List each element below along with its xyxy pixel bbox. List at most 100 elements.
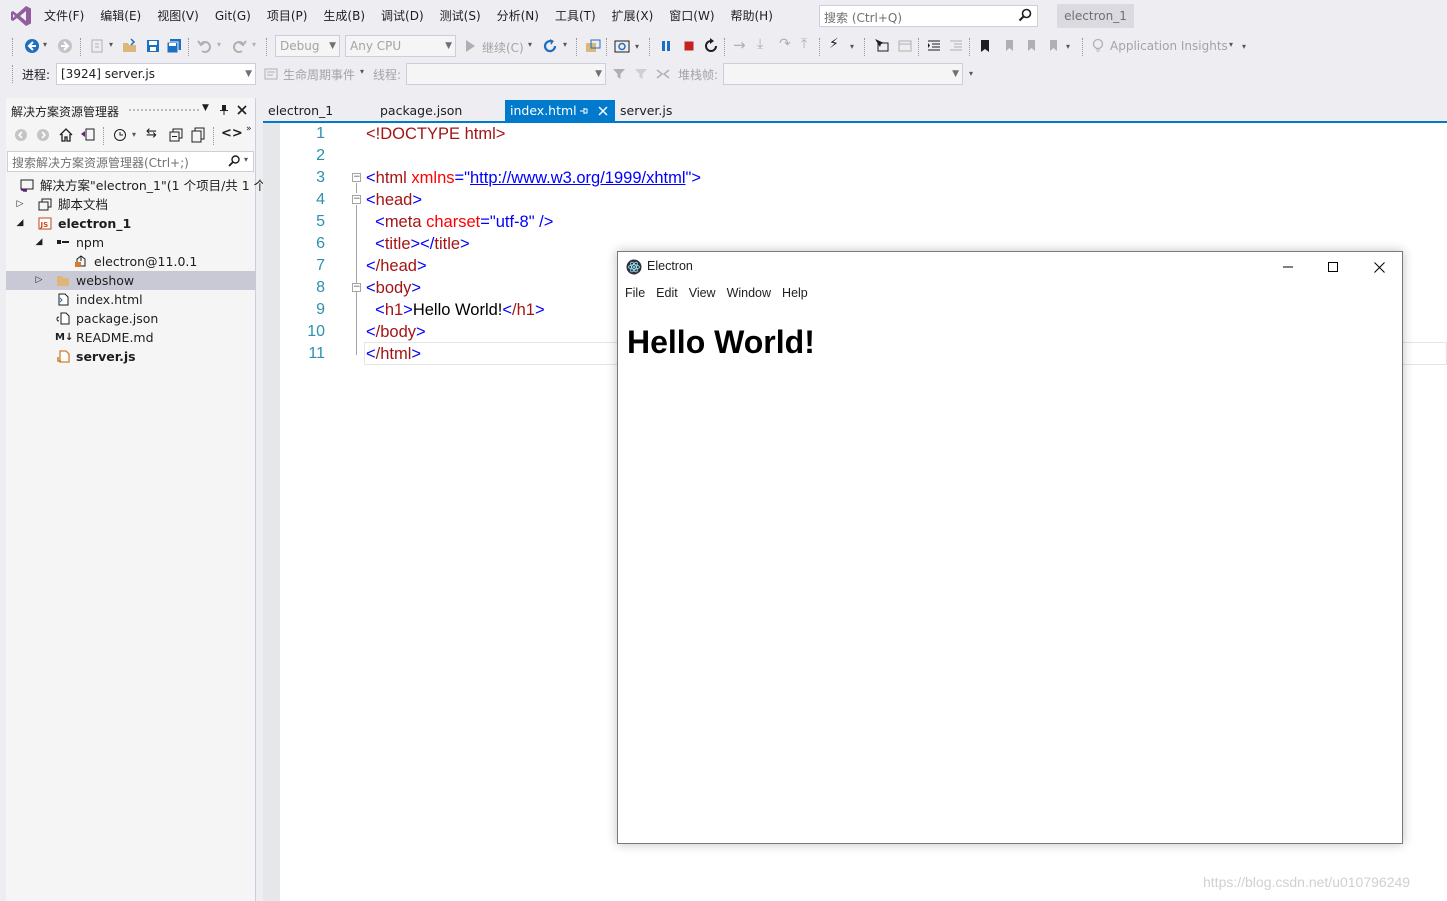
outdent-icon[interactable] bbox=[949, 39, 963, 53]
open-file-icon[interactable] bbox=[122, 38, 138, 54]
toolbar-grip[interactable] bbox=[12, 65, 15, 83]
show-all-files-icon[interactable] bbox=[190, 127, 206, 143]
continue-play-icon[interactable] bbox=[464, 39, 476, 53]
stop-icon[interactable] bbox=[683, 40, 695, 52]
next-bookmark-icon[interactable] bbox=[1023, 39, 1037, 53]
process-select[interactable]: [3924] server.js ▼ bbox=[56, 63, 256, 85]
home-icon[interactable] bbox=[58, 127, 74, 143]
app-insights-dropdown-icon[interactable]: ▾ bbox=[1229, 40, 1233, 49]
filter-icon[interactable] bbox=[612, 67, 626, 81]
switch-views-icon[interactable] bbox=[80, 127, 96, 143]
menu-file[interactable]: 文件(F) bbox=[36, 0, 92, 32]
electron-menu-window[interactable]: Window bbox=[721, 286, 776, 300]
editor-indicator-margin[interactable] bbox=[263, 123, 280, 901]
step-into-icon[interactable]: ⤓ bbox=[757, 36, 763, 52]
toolbar-grip[interactable] bbox=[12, 38, 15, 56]
expand-arrow-icon[interactable]: ▷ bbox=[34, 271, 44, 290]
lifecycle-dropdown-icon[interactable]: ▾ bbox=[360, 67, 364, 76]
stack-frame-select[interactable]: ▼ bbox=[723, 63, 963, 85]
toolbar-overflow-icon[interactable]: ▾ bbox=[1066, 42, 1070, 51]
toolbar-overflow-icon[interactable]: ▾ bbox=[1242, 42, 1246, 51]
lifecycle-events-label[interactable]: 生命周期事件 bbox=[283, 66, 355, 83]
forward-icon[interactable] bbox=[36, 128, 50, 142]
pin-icon[interactable] bbox=[219, 104, 229, 116]
screenshot-icon[interactable] bbox=[614, 38, 630, 54]
sync-with-active-document-icon[interactable]: ⇆ bbox=[146, 126, 157, 141]
indent-icon[interactable] bbox=[927, 39, 941, 53]
tree-item-file[interactable]: server.js bbox=[6, 347, 256, 366]
undo-dropdown-icon[interactable]: ▾ bbox=[217, 40, 221, 49]
close-tab-icon[interactable] bbox=[598, 106, 608, 116]
tree-item-solution[interactable]: 解决方案"electron_1"(1 个项目/共 1 个) bbox=[6, 176, 271, 195]
thread-select[interactable]: ▼ bbox=[406, 63, 606, 85]
panel-menu-icon[interactable]: ▼ bbox=[202, 103, 209, 113]
step-out-icon[interactable]: ⤒ bbox=[801, 36, 807, 52]
redo-dropdown-icon[interactable]: ▾ bbox=[252, 40, 256, 49]
platform-select[interactable]: Any CPU ▼ bbox=[345, 35, 456, 57]
menu-help[interactable]: 帮助(H) bbox=[723, 0, 781, 32]
pause-icon[interactable] bbox=[660, 40, 672, 52]
tree-item-package[interactable]: electron@11.0.1 bbox=[6, 252, 256, 271]
search-options-dropdown-icon[interactable]: ▾ bbox=[244, 155, 248, 164]
electron-menu-edit[interactable]: Edit bbox=[650, 286, 683, 300]
restart-icon[interactable] bbox=[703, 38, 719, 54]
menu-analyze[interactable]: 分析(N) bbox=[489, 0, 547, 32]
application-insights-label[interactable]: Application Insights bbox=[1110, 39, 1228, 53]
close-window-button[interactable] bbox=[1356, 252, 1402, 282]
panel-drag-handle[interactable] bbox=[129, 109, 199, 112]
electron-app-window[interactable]: Electron File Edit View Window Help Hell… bbox=[617, 251, 1403, 844]
menu-debug[interactable]: 调试(D) bbox=[373, 0, 432, 32]
menu-project[interactable]: 项目(P) bbox=[259, 0, 316, 32]
electron-menu-help[interactable]: Help bbox=[776, 286, 813, 300]
visual-studio-logo-icon[interactable] bbox=[10, 5, 32, 27]
clear-bookmarks-icon[interactable] bbox=[1045, 39, 1059, 53]
electron-menu-view[interactable]: View bbox=[683, 286, 721, 300]
hot-reload-dropdown-icon[interactable]: ▾ bbox=[850, 42, 854, 51]
solution-name-badge[interactable]: electron_1 bbox=[1057, 4, 1134, 28]
tab-package-json[interactable]: package.json bbox=[375, 100, 503, 121]
collapse-head-icon[interactable]: − bbox=[352, 195, 361, 204]
tree-item-script-docs[interactable]: ▷ 脚本文档 bbox=[6, 195, 256, 214]
tab-electron-1[interactable]: electron_1 bbox=[263, 100, 373, 121]
xmlns-link[interactable]: http://www.w3.org/1999/xhtml bbox=[470, 169, 686, 187]
collapse-arrow-icon[interactable]: ◢ bbox=[34, 233, 44, 252]
global-search-input[interactable]: 搜索 (Ctrl+Q) bbox=[819, 5, 1038, 27]
new-dropdown-icon[interactable]: ▾ bbox=[109, 40, 113, 49]
pin-tab-icon[interactable] bbox=[579, 106, 589, 116]
browser-link-icon[interactable] bbox=[585, 38, 601, 54]
tab-index-html[interactable]: index.html bbox=[505, 100, 615, 121]
electron-menu-file[interactable]: File bbox=[619, 286, 650, 300]
select-element-icon[interactable] bbox=[874, 38, 890, 54]
back-dropdown-icon[interactable]: ▾ bbox=[43, 40, 47, 49]
step-over-icon[interactable]: ↷ bbox=[779, 36, 791, 52]
menu-tools[interactable]: 工具(T) bbox=[547, 0, 604, 32]
toolbar-overflow-icon[interactable]: » bbox=[246, 124, 252, 134]
expand-arrow-icon[interactable]: ▷ bbox=[15, 195, 25, 214]
continue-dropdown-icon[interactable]: ▾ bbox=[528, 40, 532, 49]
maximize-button[interactable] bbox=[1310, 252, 1356, 282]
flag-threads-icon[interactable] bbox=[656, 67, 670, 81]
navigate-back-icon[interactable] bbox=[24, 38, 40, 54]
tab-server-js[interactable]: server.js bbox=[615, 100, 695, 121]
menu-view[interactable]: 视图(V) bbox=[149, 0, 207, 32]
show-next-statement-icon[interactable]: → bbox=[733, 36, 746, 54]
menu-extensions[interactable]: 扩展(X) bbox=[604, 0, 662, 32]
collapse-html-icon[interactable]: − bbox=[352, 173, 361, 182]
tree-item-npm[interactable]: ◢ npm bbox=[6, 233, 256, 252]
configuration-select[interactable]: Debug ▼ bbox=[275, 35, 340, 57]
close-icon[interactable] bbox=[237, 105, 247, 115]
solution-explorer-search-input[interactable]: 搜索解决方案资源管理器(Ctrl+;) ▾ bbox=[7, 151, 254, 172]
display-layout-icon[interactable] bbox=[897, 38, 913, 54]
back-icon[interactable] bbox=[14, 128, 28, 142]
tree-item-file[interactable]: index.html bbox=[6, 290, 256, 309]
tree-item-folder[interactable]: ▷ webshow bbox=[6, 271, 256, 290]
refresh-icon[interactable] bbox=[542, 38, 558, 54]
tree-item-file[interactable]: M↓ README.md bbox=[6, 328, 256, 347]
hot-reload-icon[interactable]: ⚡ bbox=[829, 36, 839, 52]
tree-item-project[interactable]: ◢ JS electron_1 bbox=[6, 214, 256, 233]
lifecycle-events-icon[interactable] bbox=[264, 67, 278, 81]
minimize-button[interactable] bbox=[1265, 252, 1311, 282]
screenshot-dropdown-icon[interactable]: ▾ bbox=[635, 42, 639, 51]
view-code-icon[interactable]: <> bbox=[221, 126, 243, 141]
navigate-forward-icon[interactable] bbox=[57, 38, 73, 54]
